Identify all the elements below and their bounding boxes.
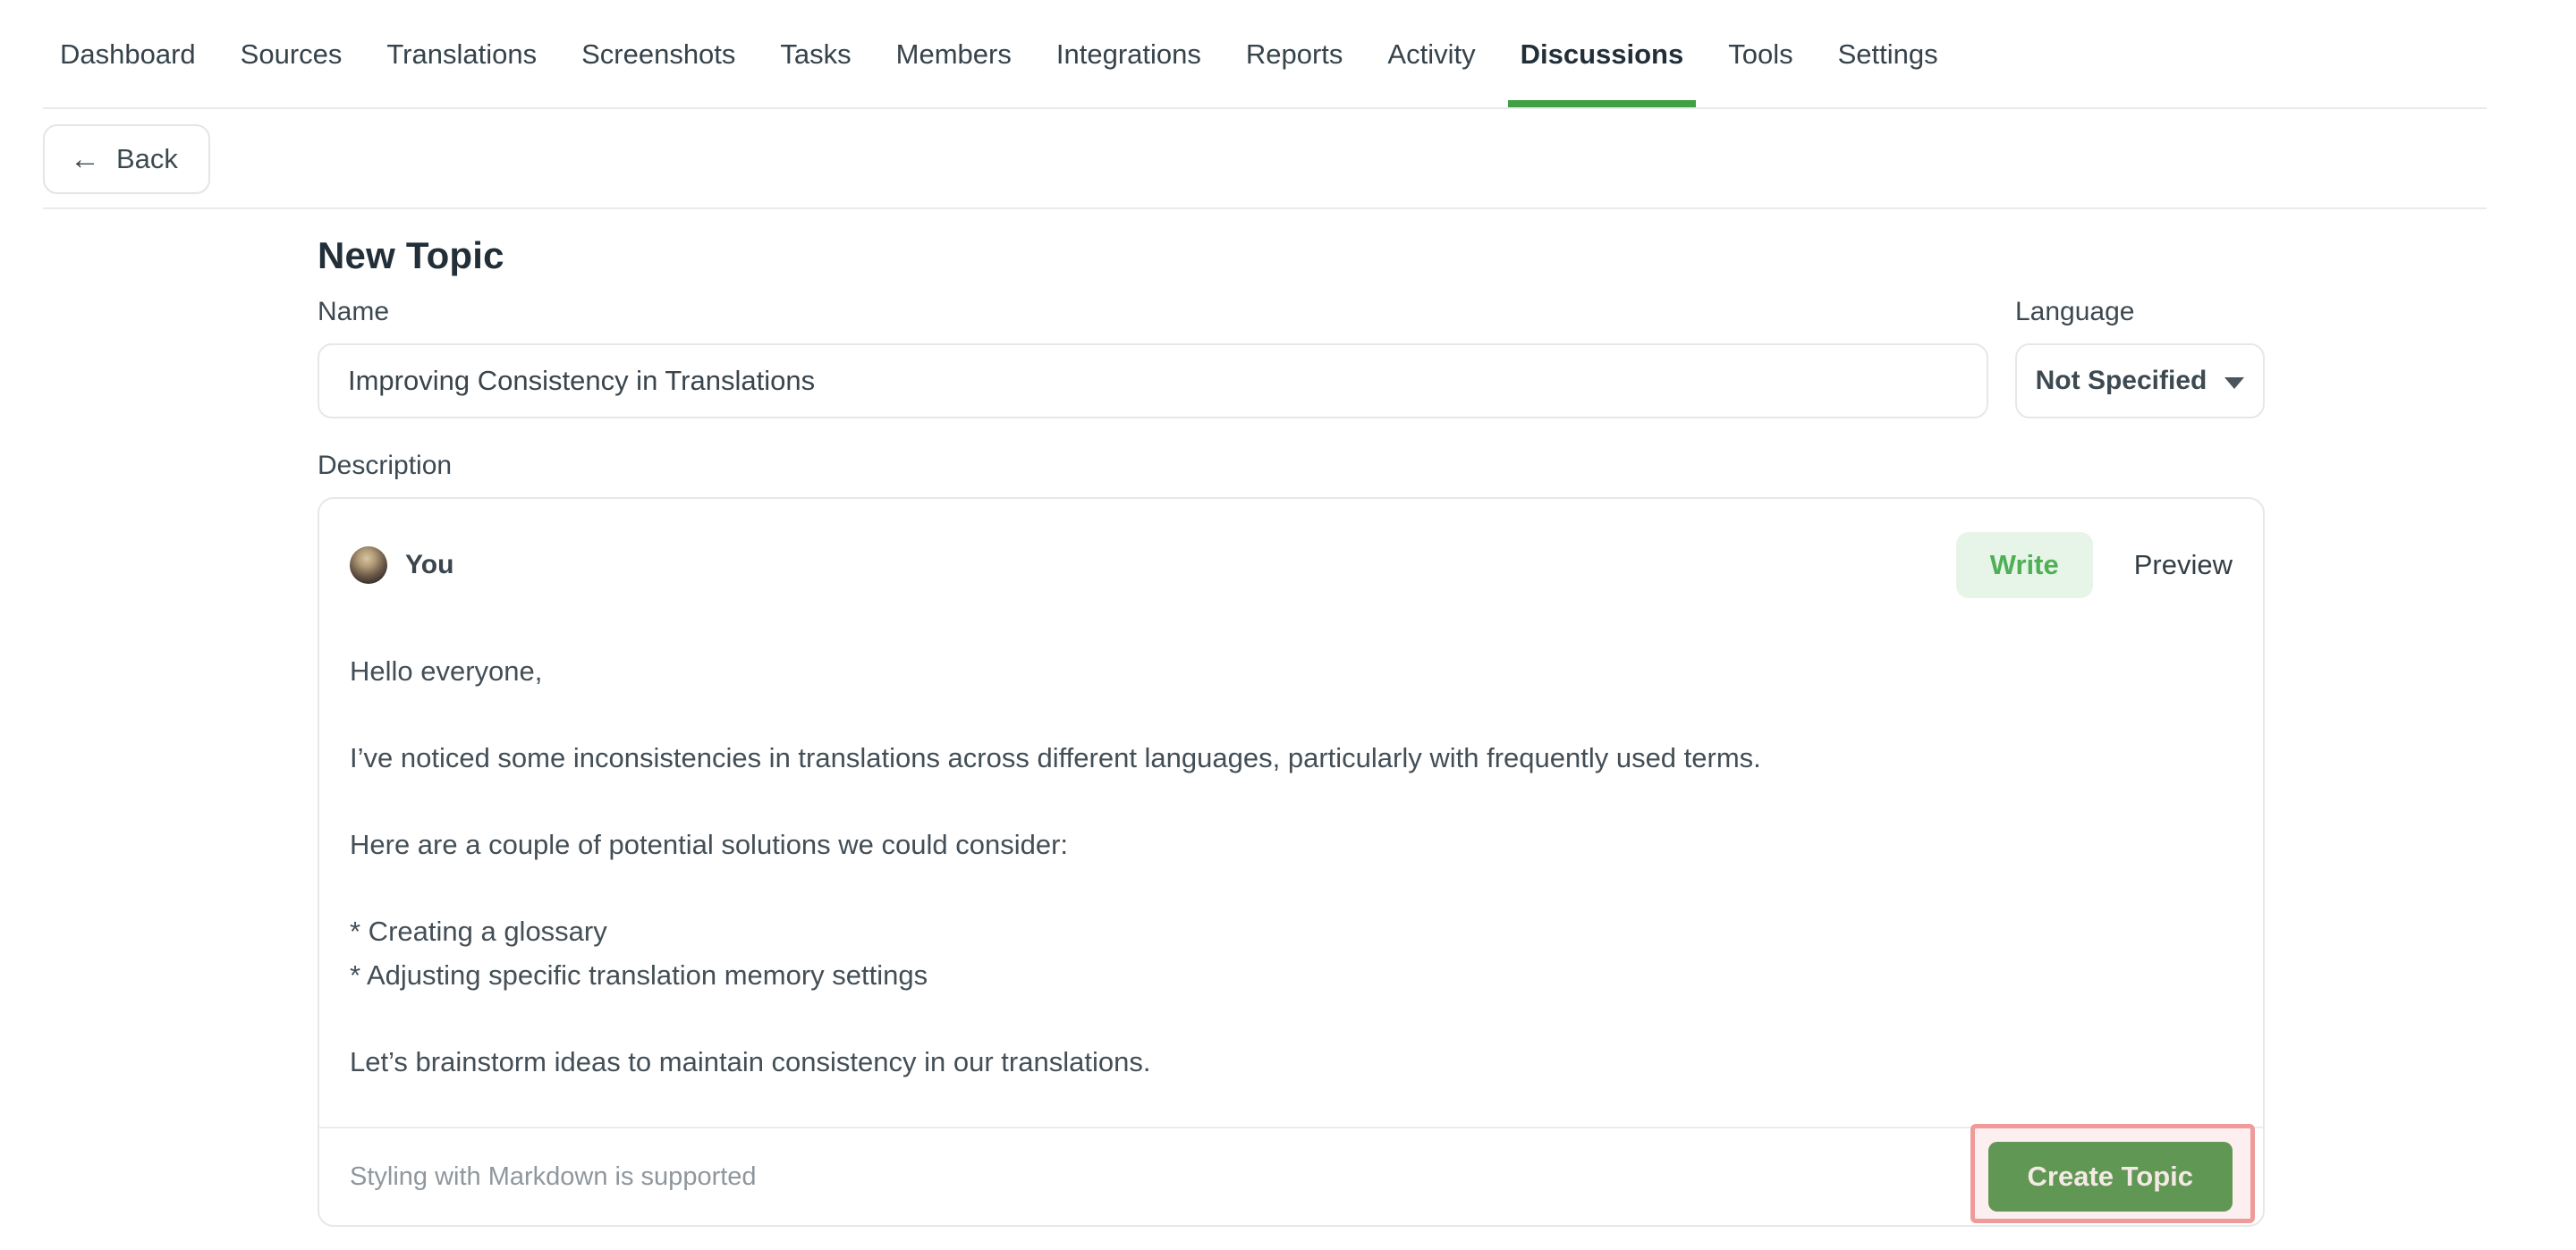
tab-reports[interactable]: Reports bbox=[1246, 0, 1343, 109]
back-button-label: Back bbox=[116, 143, 178, 175]
comment-author: You bbox=[350, 546, 453, 584]
tab-integrations[interactable]: Integrations bbox=[1056, 0, 1201, 109]
tab-settings[interactable]: Settings bbox=[1838, 0, 1938, 109]
list-line: * Creating a glossary bbox=[350, 916, 607, 947]
tab-sources[interactable]: Sources bbox=[241, 0, 343, 109]
arrow-left-icon: ← bbox=[70, 144, 100, 174]
create-topic-button[interactable]: Create Topic bbox=[1988, 1142, 2233, 1212]
paragraph-list: * Creating a glossary * Adjusting specif… bbox=[350, 909, 2233, 997]
topic-name-input[interactable] bbox=[318, 343, 1988, 418]
description-text-area[interactable]: Hello everyone, I’ve noticed some incons… bbox=[319, 599, 2263, 1084]
tab-write[interactable]: Write bbox=[1956, 532, 2093, 598]
paragraph: Let’s brainstorm ideas to maintain consi… bbox=[350, 1040, 2233, 1084]
chevron-down-icon bbox=[2224, 377, 2244, 389]
description-label: Description bbox=[318, 451, 2265, 481]
tab-screenshots[interactable]: Screenshots bbox=[581, 0, 735, 109]
back-toolbar: ← Back bbox=[0, 109, 2576, 209]
submit-wrap: Create Topic bbox=[1988, 1142, 2233, 1212]
list-line: * Adjusting specific translation memory … bbox=[350, 959, 928, 991]
language-label: Language bbox=[2015, 297, 2265, 327]
tab-tasks[interactable]: Tasks bbox=[780, 0, 851, 109]
name-language-row: Name Language Not Specified bbox=[318, 297, 2265, 418]
tab-preview[interactable]: Preview bbox=[2134, 549, 2233, 581]
tab-activity[interactable]: Activity bbox=[1387, 0, 1475, 109]
description-editor-card: You Write Preview Hello everyone, I’ve n… bbox=[318, 497, 2265, 1227]
tab-members[interactable]: Members bbox=[896, 0, 1012, 109]
language-field-group: Language Not Specified bbox=[2015, 297, 2265, 418]
tab-discussions[interactable]: Discussions bbox=[1521, 0, 1684, 109]
language-select[interactable]: Not Specified bbox=[2015, 343, 2265, 418]
avatar bbox=[350, 546, 387, 584]
tab-dashboard[interactable]: Dashboard bbox=[60, 0, 196, 109]
paragraph: I’ve noticed some inconsistencies in tra… bbox=[350, 736, 2233, 780]
tab-tools[interactable]: Tools bbox=[1728, 0, 1792, 109]
page-title: New Topic bbox=[318, 234, 2265, 277]
nav-items: Dashboard Sources Translations Screensho… bbox=[0, 0, 2576, 109]
top-nav: Dashboard Sources Translations Screensho… bbox=[0, 0, 2576, 109]
author-name: You bbox=[405, 550, 453, 580]
new-topic-form: New Topic Name Language Not Specified De… bbox=[318, 234, 2265, 1227]
editor-tabs: Write Preview bbox=[1956, 532, 2233, 598]
name-field-group: Name bbox=[318, 297, 1988, 418]
editor-header: You Write Preview bbox=[319, 499, 2263, 599]
back-button[interactable]: ← Back bbox=[43, 124, 210, 194]
name-label: Name bbox=[318, 297, 1988, 327]
paragraph: Here are a couple of potential solutions… bbox=[350, 823, 2233, 866]
tab-translations[interactable]: Translations bbox=[386, 0, 537, 109]
language-select-value: Not Specified bbox=[2036, 366, 2207, 396]
toolbar-divider bbox=[43, 207, 2487, 209]
paragraph: Hello everyone, bbox=[350, 649, 2233, 693]
editor-footer: Styling with Markdown is supported Creat… bbox=[319, 1127, 2263, 1225]
markdown-hint: Styling with Markdown is supported bbox=[350, 1162, 757, 1192]
